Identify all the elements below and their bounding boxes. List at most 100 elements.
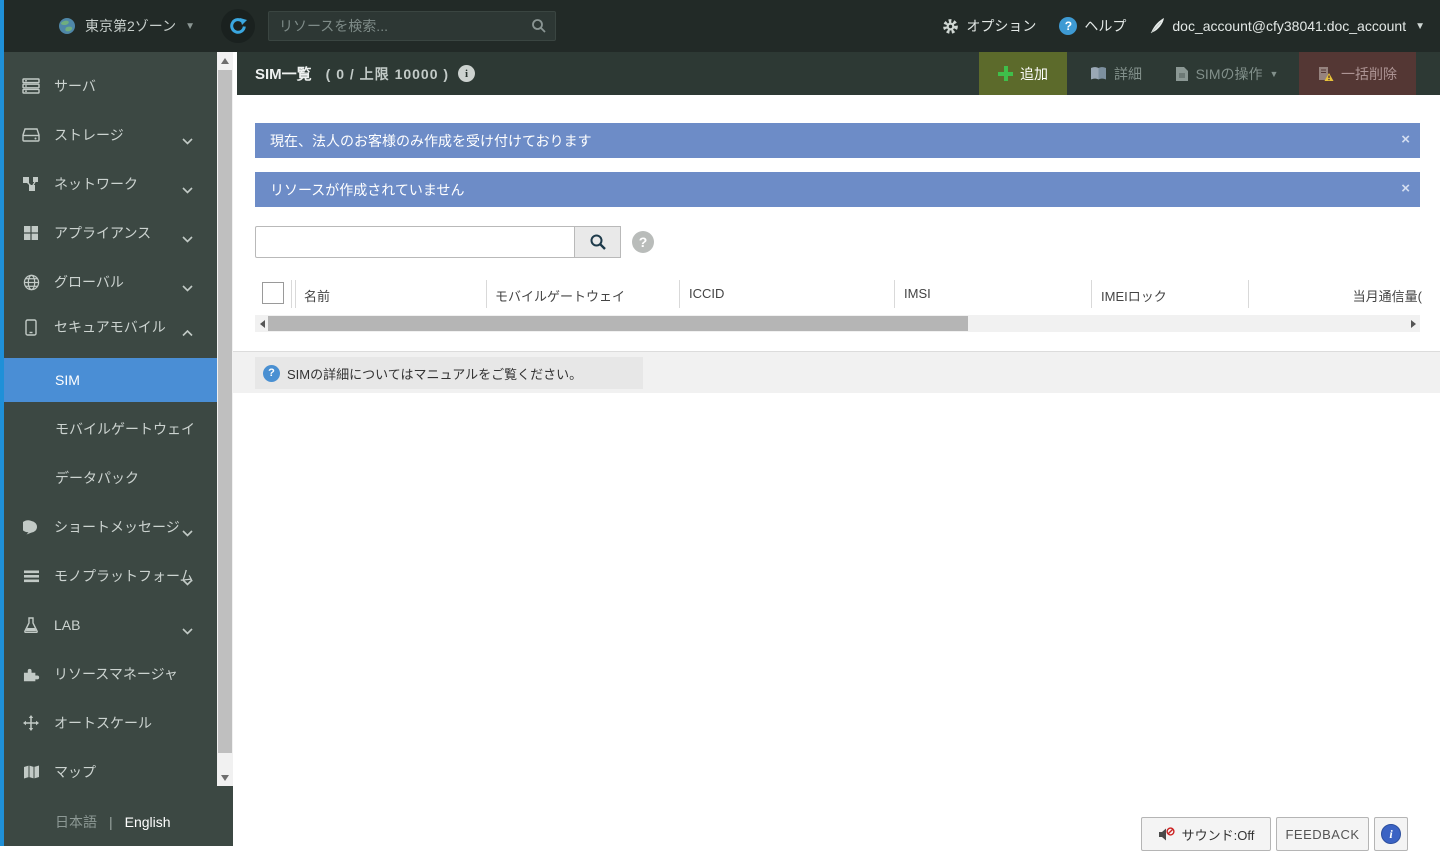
sidebar-subitem-mobile-gateway[interactable]: モバイルゲートウェイ	[4, 407, 217, 451]
map-icon	[22, 765, 40, 779]
network-icon	[22, 176, 40, 192]
notice-corporate-only: 現在、法人のお客様のみ作成を受け付けております ×	[255, 123, 1420, 158]
sidebar-nav: サーバ ストレージ ネットワーク アプライアンス グローバル セキュアモバイル	[0, 52, 233, 846]
manual-hint: ? SIMの詳細についてはマニュアルをご覧ください。	[255, 357, 643, 389]
zone-caret-icon: ▼	[185, 20, 195, 32]
globe-zone-icon	[59, 18, 75, 34]
column-header-name[interactable]: 名前	[304, 286, 330, 305]
options-button[interactable]: オプション	[942, 16, 1036, 36]
divider	[679, 280, 680, 308]
chevron-up-icon	[182, 324, 193, 340]
filter-search-button[interactable]	[575, 226, 621, 258]
sidebar-item-label: サーバ	[54, 78, 96, 94]
refresh-icon	[230, 18, 247, 34]
bulk-delete-button[interactable]: 一括削除	[1299, 52, 1416, 95]
sidebar-item-secure-mobile[interactable]: セキュアモバイル	[4, 305, 217, 349]
speech-bubble-icon	[22, 519, 40, 535]
sidebar-item-label: ショートメッセージ	[54, 519, 180, 535]
scroll-up-button[interactable]	[217, 52, 233, 69]
mobile-icon	[22, 318, 40, 336]
scroll-left-button[interactable]	[255, 315, 269, 332]
page-title: SIM一覧	[255, 66, 312, 83]
divider	[486, 280, 487, 308]
chevron-down-icon	[182, 132, 193, 148]
sim-operations-button[interactable]: SIMの操作 ▼	[1160, 52, 1293, 95]
sidebar-item-storage[interactable]: ストレージ	[4, 113, 217, 157]
sidebar-item-resource-manager[interactable]: リソースマネージャ	[4, 652, 217, 696]
close-icon[interactable]: ×	[1401, 131, 1410, 149]
help-label: ヘルプ	[1084, 18, 1127, 34]
top-bar: 東京第2ゾーン ▼ オプション ? ヘルプ	[0, 0, 1440, 52]
sidebar-subitem-sim[interactable]: SIM	[4, 358, 217, 402]
help-button[interactable]: ? ヘルプ	[1059, 16, 1126, 36]
sidebar-scrollbar[interactable]	[217, 52, 233, 786]
server-icon	[22, 78, 40, 94]
sidebar-item-map[interactable]: マップ	[4, 750, 217, 794]
divider	[1091, 280, 1092, 308]
divider	[894, 280, 895, 308]
chevron-down-icon	[182, 230, 193, 246]
platform-lines-icon	[22, 570, 40, 583]
column-header-imei-lock[interactable]: IMEIロック	[1101, 286, 1167, 305]
sound-toggle-label: サウンド:Off	[1181, 827, 1255, 843]
resource-count: ( 0 / 上限 10000 )	[325, 65, 450, 82]
detail-button-label: 詳細	[1114, 65, 1142, 82]
sim-card-icon	[1175, 66, 1188, 81]
sidebar-item-global[interactable]: グローバル	[4, 260, 217, 304]
scrollbar-thumb[interactable]	[218, 70, 232, 753]
refresh-button[interactable]	[221, 9, 255, 43]
sidebar-subitem-label: モバイルゲートウェイ	[55, 421, 195, 437]
chevron-down-icon	[182, 181, 193, 197]
sidebar-item-label: アプライアンス	[54, 225, 152, 241]
scroll-down-button[interactable]	[217, 769, 233, 786]
filter-input[interactable]	[255, 226, 575, 258]
notice-message: 現在、法人のお客様のみ作成を受け付けております	[270, 132, 592, 149]
sidebar-item-appliance[interactable]: アプライアンス	[4, 211, 217, 255]
search-icon	[590, 234, 606, 250]
feather-icon	[1151, 18, 1165, 34]
resource-search-input[interactable]	[268, 11, 556, 41]
sidebar-item-label: セキュアモバイル	[54, 319, 166, 335]
sidebar-item-label: リソースマネージャ	[54, 666, 178, 682]
sidebar-subitem-data-pack[interactable]: データパック	[4, 456, 217, 500]
zone-selector[interactable]: 東京第2ゾーン ▼	[58, 16, 195, 36]
divider	[291, 280, 292, 308]
scrollbar-thumb[interactable]	[268, 316, 968, 331]
sidebar-item-network[interactable]: ネットワーク	[4, 162, 217, 206]
filter-help-icon[interactable]: ?	[632, 231, 654, 253]
divider	[295, 280, 296, 308]
detail-button[interactable]: 詳細	[1074, 52, 1158, 95]
scroll-right-button[interactable]	[1406, 315, 1420, 332]
language-separator: |	[109, 814, 113, 830]
chevron-down-icon	[182, 622, 193, 638]
language-en-link[interactable]: English	[125, 814, 171, 830]
book-icon	[1091, 67, 1106, 80]
column-header-iccid[interactable]: ICCID	[689, 286, 724, 301]
column-header-monthly-traffic[interactable]: 当月通信量(	[1353, 286, 1422, 305]
sidebar-item-autoscale[interactable]: オートスケール	[4, 701, 217, 745]
sidebar-item-mono-platform[interactable]: モノプラットフォーム	[4, 554, 217, 598]
horizontal-scrollbar[interactable]	[255, 315, 1420, 332]
sidebar-item-label: マップ	[54, 764, 96, 780]
info-icon: i	[1381, 824, 1401, 844]
language-ja-link[interactable]: 日本語	[55, 812, 97, 832]
account-caret-icon: ▼	[1415, 20, 1425, 32]
divider	[1248, 280, 1249, 308]
info-icon[interactable]: i	[458, 65, 476, 82]
manual-hint-text: SIMの詳細についてはマニュアルをご覧ください。	[287, 366, 583, 382]
help-icon: ?	[1059, 17, 1078, 35]
add-button[interactable]: 追加	[979, 52, 1067, 95]
sidebar-item-short-message[interactable]: ショートメッセージ	[4, 505, 217, 549]
account-menu[interactable]: doc_account@cfy38041:doc_account ▼	[1149, 17, 1425, 35]
puzzle-icon	[22, 667, 40, 682]
column-header-imsi[interactable]: IMSI	[904, 286, 931, 301]
column-header-mobile-gateway[interactable]: モバイルゲートウェイ	[495, 286, 625, 305]
select-all-checkbox[interactable]	[262, 282, 284, 304]
storage-icon	[22, 128, 40, 142]
close-icon[interactable]: ×	[1401, 180, 1410, 198]
bulk-delete-label: 一括削除	[1341, 65, 1397, 82]
sidebar-item-lab[interactable]: LAB	[4, 603, 217, 647]
sidebar-item-server[interactable]: サーバ	[4, 64, 217, 108]
notice-no-resources: リソースが作成されていません ×	[255, 172, 1420, 207]
sidebar-item-label: ストレージ	[54, 127, 124, 143]
